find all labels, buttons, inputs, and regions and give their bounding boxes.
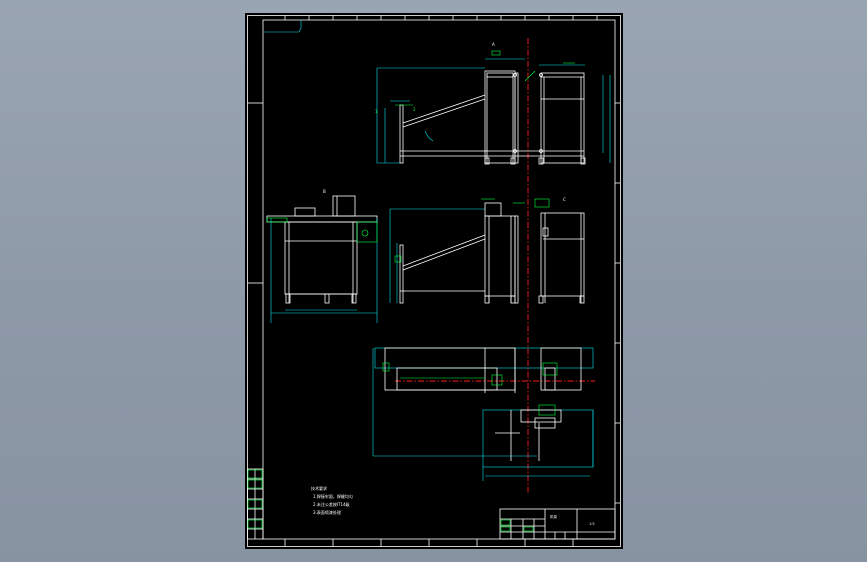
notes-title: 技术要求	[311, 485, 327, 491]
notes-line-2: 2.未注公差按IT14级	[313, 501, 350, 507]
front-view-top[interactable]: A 1 2	[375, 42, 611, 165]
cad-drawing-canvas[interactable]: A 1 2 B C 技术要求 1.焊接牢固，焊缝均匀 2.未注公差按IT14级 …	[245, 13, 623, 549]
title-block[interactable]: 机架 1:5	[499, 508, 616, 540]
revision-table	[247, 468, 264, 540]
notes-line-3: 3.表面喷漆处理	[313, 509, 341, 515]
side-view-left[interactable]: B	[266, 189, 378, 323]
view-label-top: A	[492, 42, 495, 47]
plan-view-bottom[interactable]	[372, 347, 594, 481]
dimension-line	[376, 68, 400, 164]
view-label-side: B	[323, 189, 326, 194]
notes-line-1: 1.焊接牢固，焊缝均匀	[313, 493, 353, 499]
svg-text:1: 1	[375, 109, 378, 114]
drawing-code-box	[263, 20, 302, 33]
zone-ticks	[247, 15, 620, 546]
front-view-middle[interactable]: C	[389, 197, 585, 304]
technical-notes: 技术要求 1.焊接牢固，焊缝均匀 2.未注公差按IT14级 3.表面喷漆处理	[311, 485, 353, 515]
drawing-scale: 1:5	[589, 522, 595, 526]
view-label-right: C	[563, 197, 566, 202]
drawing-name: 机架	[550, 514, 558, 519]
inner-frame	[262, 19, 616, 540]
cad-drawing-sheet[interactable]: A 1 2 B C 技术要求 1.焊接牢固，焊缝均匀 2.未注公差按IT14级 …	[245, 13, 623, 549]
svg-text:2: 2	[413, 107, 416, 112]
